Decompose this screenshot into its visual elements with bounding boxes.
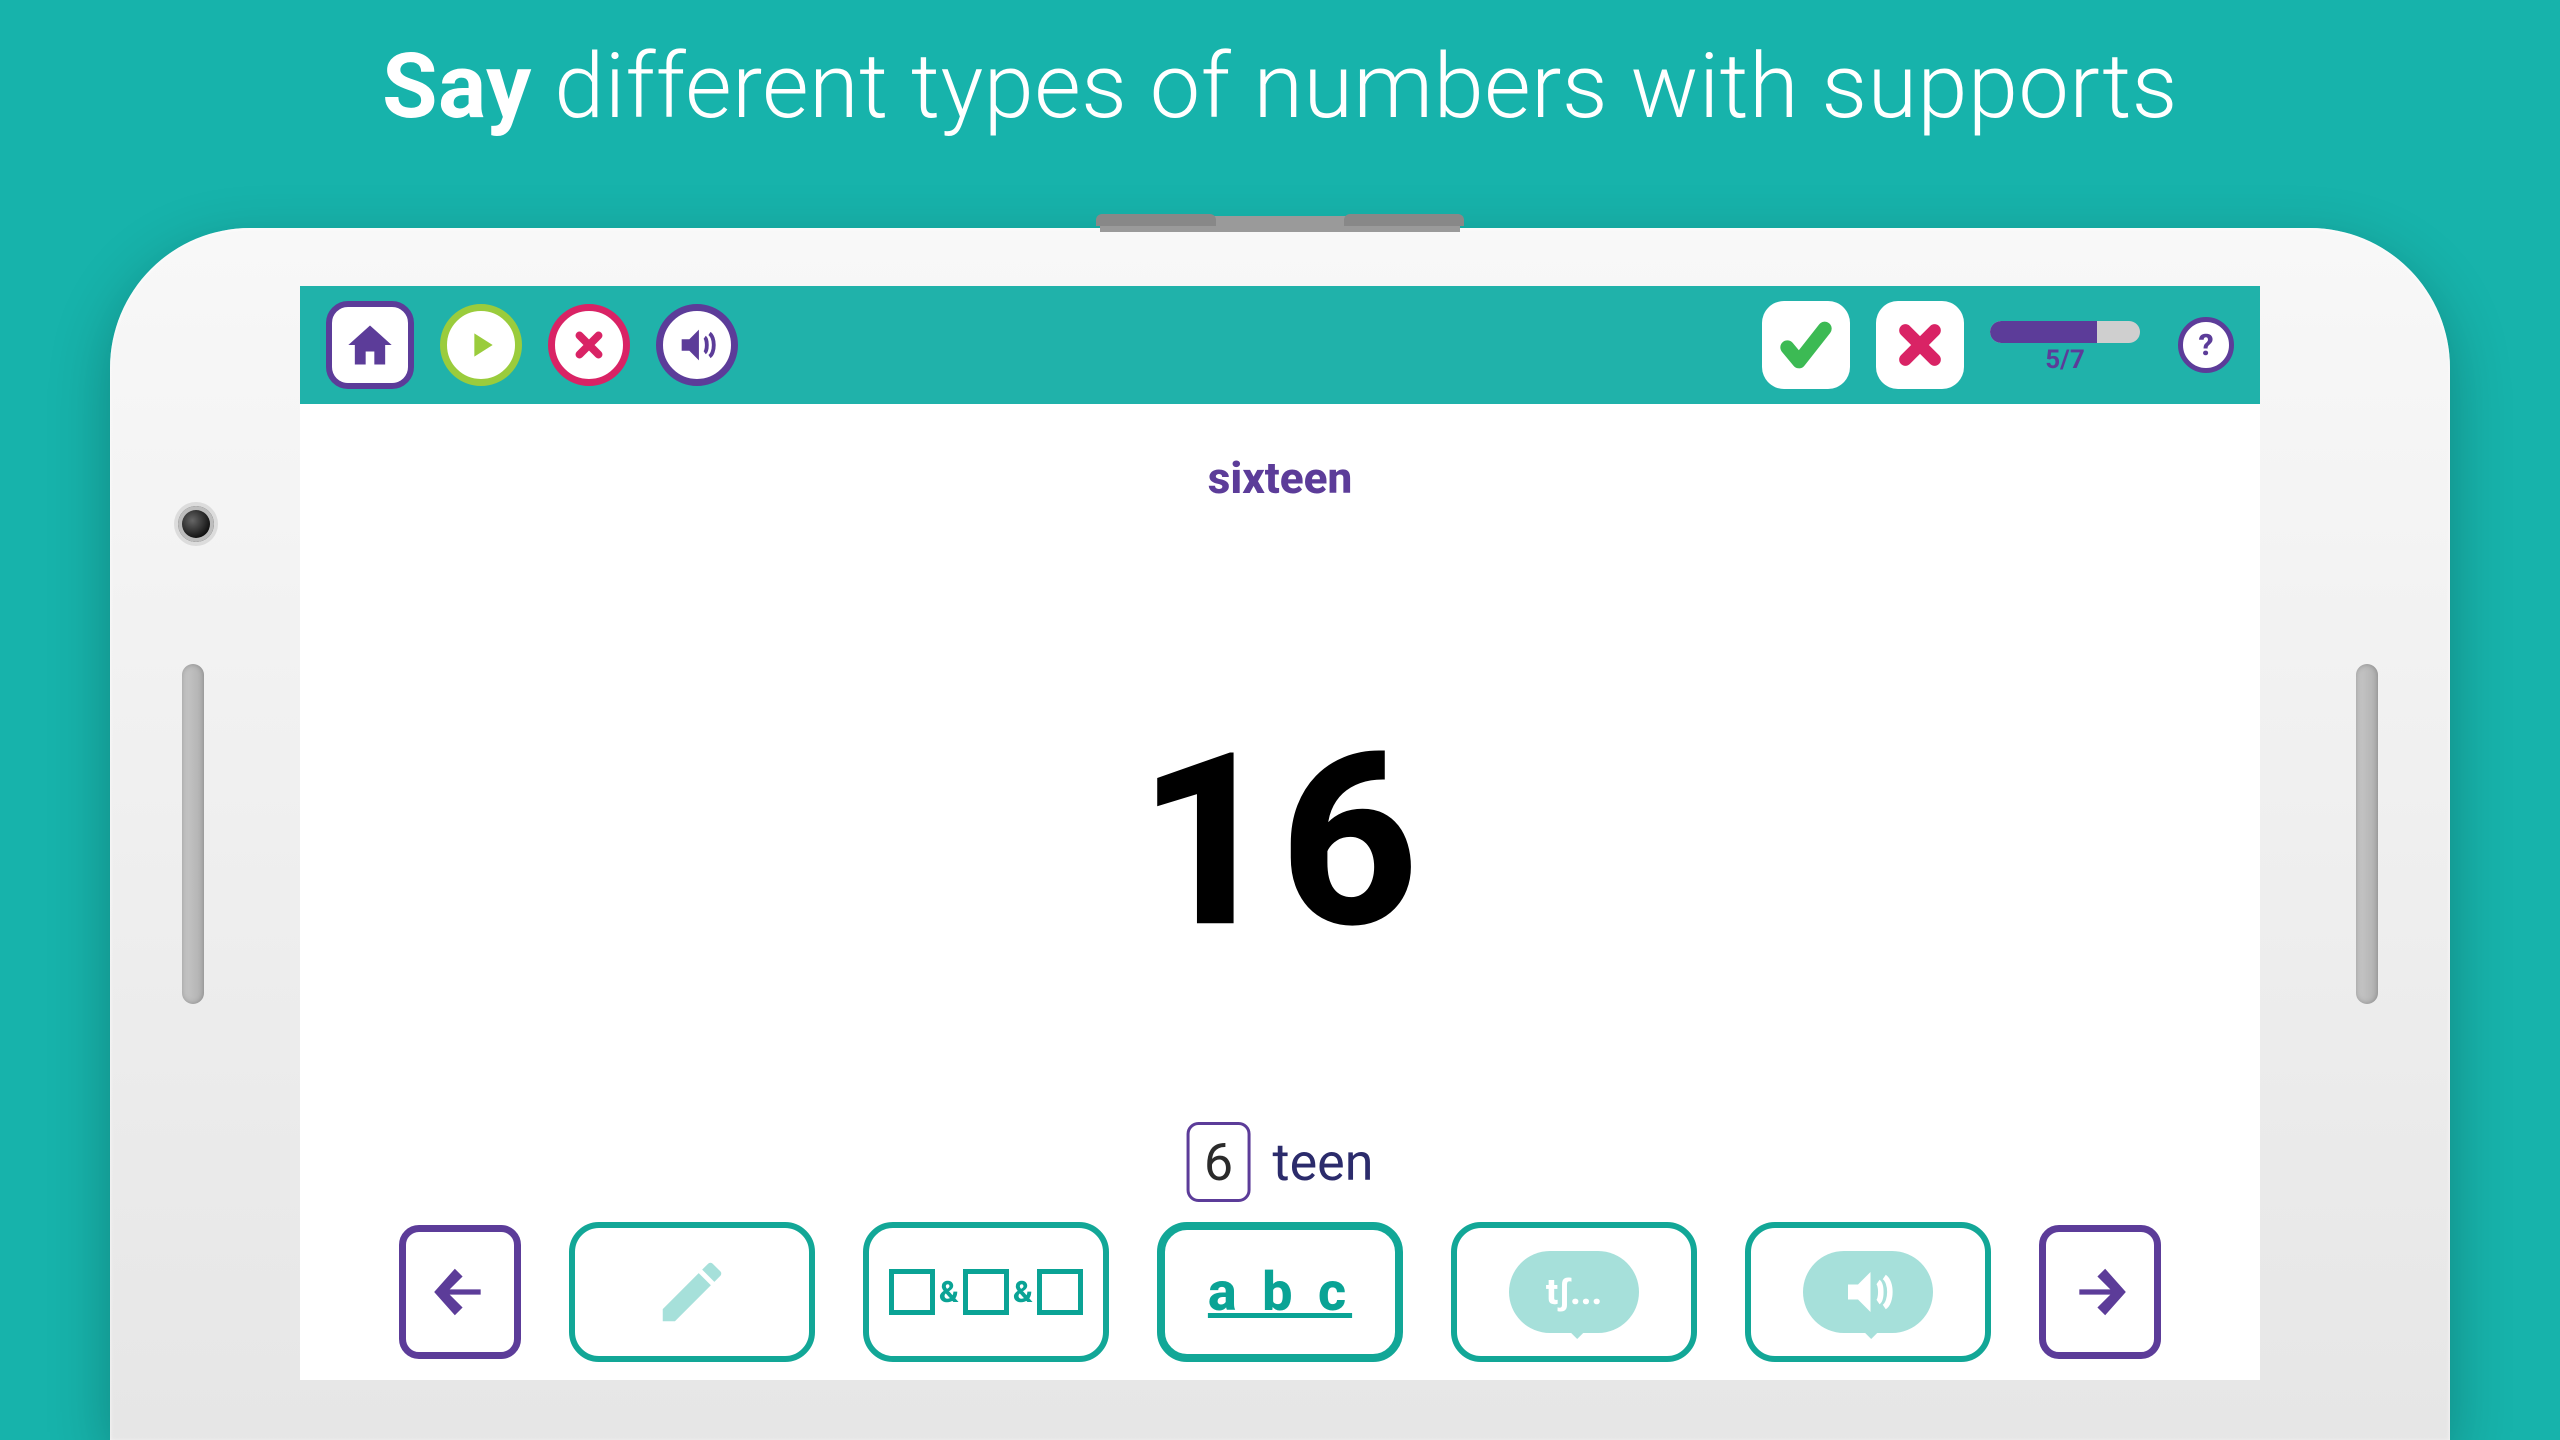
pencil-icon xyxy=(653,1253,731,1331)
page-title-rest: different types of numbers with supports xyxy=(532,34,2178,139)
ipa-bubble-text: tʃ... xyxy=(1546,1271,1602,1313)
breakdown-icon: & & xyxy=(889,1269,1083,1315)
ipa-tool-button[interactable]: tʃ... xyxy=(1451,1222,1697,1362)
breakdown-digit-box[interactable]: 6 xyxy=(1187,1122,1251,1202)
breakdown-tool-button[interactable]: & & xyxy=(863,1222,1109,1362)
number-breakdown: 6 teen xyxy=(1187,1122,1374,1202)
phone-camera-decor xyxy=(178,506,214,542)
breakdown-suffix: teen xyxy=(1273,1132,1374,1193)
sound-icon xyxy=(674,322,720,368)
bottom-bar: & & a b c tʃ... xyxy=(300,1222,2260,1362)
content-area: sixteen 16 6 teen xyxy=(300,404,2260,1380)
breakdown-amp-1: & xyxy=(939,1275,959,1310)
app-screen: 5/7 ? sixteen 16 6 teen xyxy=(300,286,2260,1380)
write-tool-button[interactable] xyxy=(569,1222,815,1362)
arrow-left-icon xyxy=(429,1261,491,1323)
letters-icon: a b c xyxy=(1208,1261,1352,1324)
breakdown-digit: 6 xyxy=(1204,1132,1233,1193)
ipa-bubble-icon: tʃ... xyxy=(1509,1251,1639,1333)
page-title: Say different types of numbers with supp… xyxy=(0,34,2560,139)
help-icon: ? xyxy=(2198,328,2213,363)
phone-speaker-right xyxy=(2356,664,2378,1004)
breakdown-box-2 xyxy=(963,1269,1009,1315)
top-bar: 5/7 ? xyxy=(300,286,2260,404)
phone-buttons-decor xyxy=(1100,214,1460,232)
progress-label: 5/7 xyxy=(1990,345,2140,375)
number-display: 16 xyxy=(1138,700,1423,982)
wrong-button[interactable] xyxy=(1876,301,1964,389)
close-button[interactable] xyxy=(548,304,630,386)
phone-frame: 5/7 ? sixteen 16 6 teen xyxy=(110,228,2450,1440)
play-icon xyxy=(461,325,501,365)
audio-bubble-icon xyxy=(1803,1251,1933,1333)
home-icon xyxy=(344,319,396,371)
breakdown-box-3 xyxy=(1037,1269,1083,1315)
sound-button[interactable] xyxy=(656,304,738,386)
home-button[interactable] xyxy=(326,301,414,389)
close-icon xyxy=(570,326,608,364)
help-button[interactable]: ? xyxy=(2178,317,2234,373)
phone-speaker-left xyxy=(182,664,204,1004)
progress-track xyxy=(1990,321,2140,343)
audio-tool-button[interactable] xyxy=(1745,1222,1991,1362)
progress-indicator: 5/7 xyxy=(1990,319,2140,371)
audio-bubble-sound-icon xyxy=(1838,1262,1898,1322)
progress-fill xyxy=(1990,321,2097,343)
breakdown-amp-2: & xyxy=(1013,1275,1033,1310)
arrow-right-icon xyxy=(2069,1261,2131,1323)
number-word: sixteen xyxy=(300,452,2260,504)
letters-tool-button[interactable]: a b c xyxy=(1157,1222,1403,1362)
wrong-icon xyxy=(1895,320,1945,370)
breakdown-box-1 xyxy=(889,1269,935,1315)
page-title-bold: Say xyxy=(382,34,532,139)
correct-button[interactable] xyxy=(1762,301,1850,389)
next-button[interactable] xyxy=(2039,1225,2161,1359)
prev-button[interactable] xyxy=(399,1225,521,1359)
check-icon xyxy=(1778,317,1834,373)
play-button[interactable] xyxy=(440,304,522,386)
